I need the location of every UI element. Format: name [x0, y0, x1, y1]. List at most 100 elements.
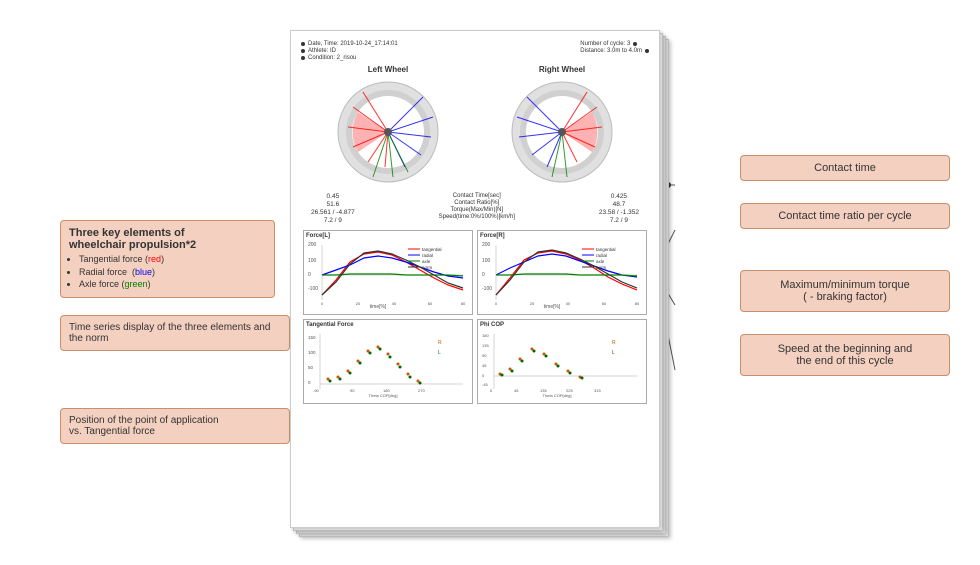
- force-l-title: Force[L]: [306, 233, 470, 239]
- svg-text:time[%]: time[%]: [544, 304, 561, 310]
- svg-text:60: 60: [428, 301, 433, 306]
- svg-text:0: 0: [482, 373, 485, 378]
- svg-text:180: 180: [383, 388, 390, 393]
- svg-text:200: 200: [308, 242, 317, 248]
- svg-text:radial: radial: [422, 253, 433, 258]
- tangential-force-title: Tangential Force: [306, 322, 470, 328]
- svg-text:radial: radial: [596, 253, 607, 258]
- left-torque: 26.561 / -4.877: [311, 209, 355, 216]
- svg-text:150: 150: [308, 335, 316, 340]
- svg-text:270: 270: [418, 388, 425, 393]
- phi-cop-svg: 180 135 90 45 0 -45 Theta COP[deg] 0 45 …: [480, 329, 644, 399]
- annotation-list-1: Tangential force (red) Radial force (blu…: [79, 253, 266, 291]
- phi-cop-chart: Phi COP 180 135 90 45 0 -45 Theta COP[de…: [477, 319, 647, 404]
- svg-text:135: 135: [540, 388, 547, 393]
- right-contact-ratio: 48.7: [613, 201, 626, 208]
- charts-grid: Force[L] 200 100 0 -100 time[%] 0 20 40: [301, 230, 649, 404]
- document-stack: Date, Time: 2019-10-24_17:14:01 Athlete:…: [290, 30, 670, 540]
- wheels-section: Left Wheel: [301, 65, 649, 187]
- main-container: Three key elements ofwheelchair propulsi…: [0, 0, 980, 565]
- svg-text:0: 0: [482, 272, 485, 278]
- svg-text:-90: -90: [313, 388, 320, 393]
- svg-text:R: R: [438, 340, 442, 346]
- annotation-text-2: Time series display of the three element…: [69, 322, 270, 344]
- svg-text:50: 50: [308, 365, 314, 370]
- force-l-svg: 200 100 0 -100 time[%] 0 20 40 60 80: [306, 240, 470, 310]
- force-r-chart: Force[R] 200 100 0 -100 time[%] 0 20 40 …: [477, 230, 647, 315]
- right-label-1: Contact time: [814, 162, 876, 174]
- right-annotation-1: Contact time: [740, 155, 950, 181]
- right-wheel-container: Right Wheel: [507, 65, 617, 187]
- left-contact-time: 0.45: [327, 193, 340, 200]
- right-contact-time: 0.425: [611, 193, 627, 200]
- svg-text:0: 0: [308, 380, 311, 385]
- left-wheel-container: Left Wheel: [333, 65, 443, 187]
- right-label-2: Contact time ratio per cycle: [778, 210, 911, 222]
- right-annotation-4: Speed at the beginning andthe end of thi…: [740, 334, 950, 376]
- svg-text:20: 20: [530, 301, 535, 306]
- svg-text:tangential: tangential: [596, 247, 616, 252]
- svg-text:200: 200: [482, 242, 491, 248]
- right-label-4: Speed at the beginning andthe end of thi…: [778, 343, 913, 367]
- svg-text:Theta COP[deg]: Theta COP[deg]: [369, 393, 398, 398]
- svg-text:L: L: [438, 350, 441, 356]
- svg-text:100: 100: [482, 258, 491, 264]
- svg-text:axle: axle: [596, 259, 605, 264]
- right-annotation-3: Maximum/minimum torque( - braking factor…: [740, 270, 950, 312]
- svg-text:80: 80: [635, 301, 640, 306]
- label-contact-ratio: Contact Ratio[%]: [454, 200, 499, 206]
- svg-text:-100: -100: [482, 286, 492, 292]
- doc-front: Date, Time: 2019-10-24_17:14:01 Athlete:…: [290, 30, 660, 528]
- force-r-title: Force[R]: [480, 233, 644, 239]
- annotation-box-3: Position of the point of applicationvs. …: [60, 408, 290, 444]
- svg-text:100: 100: [308, 258, 317, 264]
- label-contact-time: Contact Time[sec]: [453, 193, 501, 199]
- date-time-label: Date, Time: 2019-10-24_17:14:01: [308, 41, 398, 47]
- right-annotation-2: Contact time ratio per cycle: [740, 203, 950, 229]
- tangential-force-svg: 150 100 50 0 Theta COP[deg] -90 90 180 2…: [306, 329, 470, 399]
- left-speed: 7.2 / 9: [324, 217, 342, 224]
- header-left: Date, Time: 2019-10-24_17:14:01 Athlete:…: [301, 41, 398, 61]
- annotation-box-2: Time series display of the three element…: [60, 315, 290, 351]
- svg-text:90: 90: [482, 353, 487, 358]
- right-label-3: Maximum/minimum torque( - braking factor…: [780, 279, 910, 303]
- left-wheel-svg: [333, 77, 443, 187]
- annotation-box-1: Three key elements ofwheelchair propulsi…: [60, 220, 275, 298]
- condition-label: Condition: 2_risou: [308, 55, 356, 61]
- num-cycles-label: Number of cycle: 3: [580, 41, 630, 47]
- label-torque: Torque(Max/Min)[N]: [450, 207, 503, 213]
- svg-text:0: 0: [495, 301, 498, 306]
- label-speed: Speed(time:0%/100%)[km/h]: [439, 214, 515, 220]
- stats-left: 0.45 51.6 26.561 / -4.877 7.2 / 9: [311, 193, 355, 224]
- right-wheel-svg: [507, 77, 617, 187]
- stats-row: 0.45 51.6 26.561 / -4.877 7.2 / 9 Contac…: [301, 191, 649, 226]
- svg-text:0: 0: [308, 272, 311, 278]
- svg-text:L: L: [612, 350, 615, 356]
- svg-text:-100: -100: [308, 286, 318, 292]
- svg-text:0: 0: [321, 301, 324, 306]
- svg-text:0: 0: [490, 388, 493, 393]
- distance-label: Distance: 3.0m to 4.0m: [580, 48, 642, 54]
- annotation-title-1: Three key elements ofwheelchair propulsi…: [69, 227, 266, 251]
- header-right: Number of cycle: 3 Distance: 3.0m to 4.0…: [580, 41, 649, 54]
- stats-right: 0.425 48.7 23.58 / -1.352 7.2 / 9: [599, 193, 639, 224]
- svg-text:315: 315: [594, 388, 601, 393]
- svg-text:time[%]: time[%]: [370, 304, 387, 310]
- left-contact-ratio: 51.6: [327, 201, 340, 208]
- svg-text:40: 40: [566, 301, 571, 306]
- svg-text:axle: axle: [422, 259, 431, 264]
- svg-text:100: 100: [308, 350, 316, 355]
- right-wheel-label: Right Wheel: [539, 65, 585, 74]
- svg-text:norm: norm: [596, 265, 607, 270]
- svg-text:-45: -45: [482, 382, 489, 387]
- svg-text:45: 45: [514, 388, 519, 393]
- svg-text:norm: norm: [422, 265, 433, 270]
- right-speed: 7.2 / 9: [610, 217, 628, 224]
- stats-center: Contact Time[sec] Contact Ratio[%] Torqu…: [439, 193, 515, 224]
- svg-text:45: 45: [482, 363, 487, 368]
- force-r-svg: 200 100 0 -100 time[%] 0 20 40 60 80: [480, 240, 644, 310]
- tangential-force-chart: Tangential Force 150 100 50 0 Theta COP[…: [303, 319, 473, 404]
- svg-text:40: 40: [392, 301, 397, 306]
- phi-cop-title: Phi COP: [480, 322, 644, 328]
- athlete-label: Athlete: ID: [308, 48, 336, 54]
